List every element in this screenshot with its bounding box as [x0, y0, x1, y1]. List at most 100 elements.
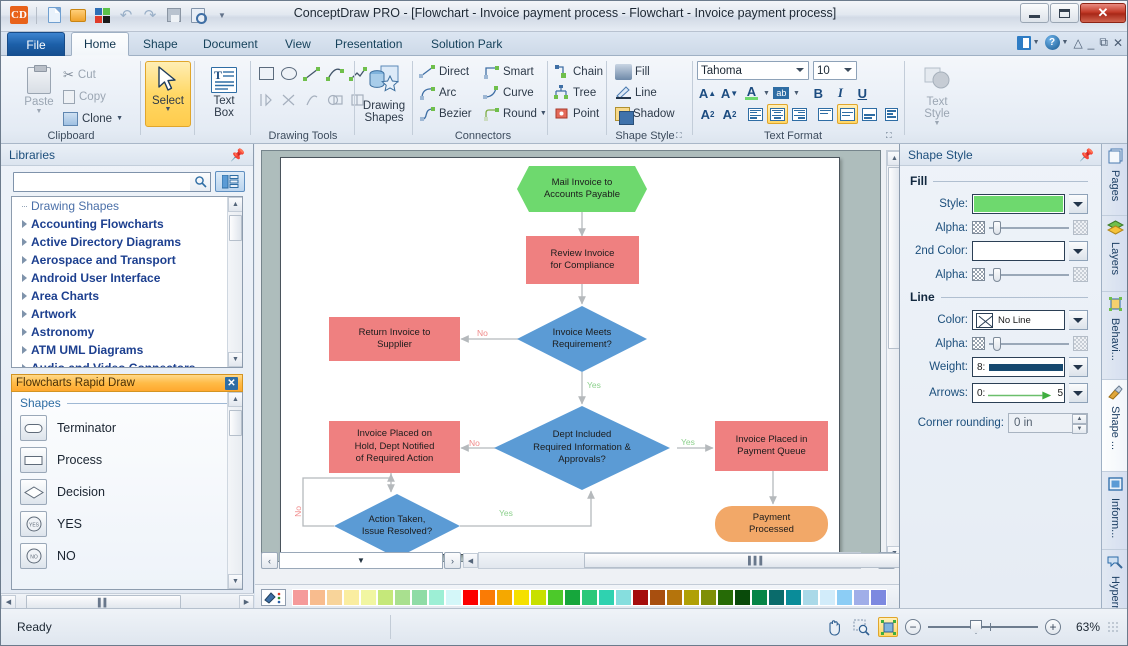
second-alpha-slider[interactable]: [989, 267, 1069, 282]
subscript-button[interactable]: A2: [719, 104, 740, 124]
expand-triangle-icon[interactable]: [22, 238, 27, 246]
hand-pan-icon[interactable]: [824, 617, 844, 637]
connector-point-button[interactable]: Point: [553, 103, 603, 124]
palette-swatch[interactable]: [530, 589, 547, 606]
line-arrows-combo[interactable]: 0: 5: [972, 383, 1065, 403]
library-list[interactable]: Drawing Shapes Accounting Flowcharts Act…: [11, 196, 243, 368]
line-button[interactable]: Line: [615, 82, 675, 103]
page-next-button[interactable]: ›: [444, 552, 461, 569]
library-scrollbar[interactable]: ▲ ▼: [227, 197, 242, 367]
expand-triangle-icon[interactable]: [22, 328, 27, 336]
zoom-in-button[interactable]: +: [1045, 619, 1061, 635]
zoom-region-icon[interactable]: [851, 617, 871, 637]
align-middle-button[interactable]: [837, 104, 858, 124]
node-label-review-invoice[interactable]: Review Invoice for Compliance: [526, 236, 639, 284]
pin-icon[interactable]: 📌: [1079, 148, 1094, 162]
palette-swatch[interactable]: [445, 589, 462, 606]
palette-swatch[interactable]: [479, 589, 496, 606]
close-doc-icon[interactable]: ✕: [1113, 36, 1123, 50]
shape-style-dialog-launcher[interactable]: ⛶: [676, 131, 687, 142]
scroll-down-icon[interactable]: ▼: [228, 352, 242, 367]
line-tool-icon[interactable]: [302, 64, 322, 83]
palette-swatch[interactable]: [564, 589, 581, 606]
fill-style-dropdown-icon[interactable]: [1069, 194, 1088, 214]
line-alpha-slider[interactable]: [989, 336, 1069, 351]
node-label-return-invoice[interactable]: Return Invoice to Supplier: [329, 317, 460, 361]
diagram-page[interactable]: Mail Invoice to Accounts Payable Review …: [280, 157, 840, 555]
connector-bezier-button[interactable]: Bezier: [419, 103, 472, 124]
second-color-dropdown-icon[interactable]: [1069, 241, 1088, 261]
palette-swatch[interactable]: [326, 589, 343, 606]
fit-selection-icon[interactable]: [878, 617, 898, 637]
search-icon[interactable]: [190, 171, 211, 192]
expand-triangle-icon[interactable]: [22, 274, 27, 282]
palette-swatch[interactable]: [649, 589, 666, 606]
shape-item-no[interactable]: NO NO: [12, 540, 242, 572]
tab-presentation[interactable]: Presentation: [323, 32, 414, 56]
library-item-area-charts[interactable]: Area Charts: [12, 287, 242, 305]
curve-tool-icon[interactable]: [325, 64, 345, 83]
side-tab-layers[interactable]: Layers: [1102, 216, 1127, 292]
shape-item-process[interactable]: Process: [12, 444, 242, 476]
align-left-button[interactable]: [745, 104, 766, 124]
superscript-button[interactable]: A2: [697, 104, 718, 124]
italic-button[interactable]: I: [830, 83, 851, 103]
shape-item-terminator[interactable]: Terminator: [12, 412, 242, 444]
connector-arc-button[interactable]: Arc: [419, 82, 472, 103]
canvas-horizontal-scrollbar[interactable]: ◀ ▌▌▌ ▶: [463, 552, 929, 569]
palette-swatch[interactable]: [377, 589, 394, 606]
drawing-shapes-button[interactable]: Drawing Shapes: [359, 62, 409, 124]
shape-item-yes[interactable]: YES YES: [12, 508, 242, 540]
palette-swatch[interactable]: [870, 589, 887, 606]
side-tab-information[interactable]: Inform...: [1102, 472, 1127, 550]
text-box-button[interactable]: T Text Box: [203, 64, 245, 119]
fill-style-combo[interactable]: [972, 194, 1065, 214]
second-color-combo[interactable]: [972, 241, 1065, 261]
palette-swatch[interactable]: [547, 589, 564, 606]
palette-swatch[interactable]: [751, 589, 768, 606]
palette-swatch[interactable]: [462, 589, 479, 606]
line-weight-dropdown-icon[interactable]: [1069, 357, 1088, 377]
scroll-up-icon[interactable]: ▲: [228, 392, 242, 407]
palette-swatch[interactable]: [428, 589, 445, 606]
library-item-astronomy[interactable]: Astronomy: [12, 323, 242, 341]
line-color-combo[interactable]: No Line: [972, 310, 1065, 330]
pin-icon[interactable]: 📌: [230, 148, 245, 162]
line-weight-combo[interactable]: 8:: [972, 357, 1065, 377]
zoom-slider-knob[interactable]: [970, 620, 982, 634]
library-item-artwork[interactable]: Artwork: [12, 305, 242, 323]
palette-swatch[interactable]: [836, 589, 853, 606]
underline-button[interactable]: U: [852, 83, 873, 103]
line-color-dropdown-icon[interactable]: [1069, 310, 1088, 330]
highlight-color-button[interactable]: ab: [771, 83, 792, 103]
minimize-doc-icon[interactable]: _: [1088, 36, 1095, 50]
palette-swatch[interactable]: [581, 589, 598, 606]
library-search-box[interactable]: [13, 171, 191, 192]
palette-swatch[interactable]: [632, 589, 649, 606]
library-item-aerospace-and-transport[interactable]: Aerospace and Transport: [12, 251, 242, 269]
side-tab-shape[interactable]: Shape ...: [1102, 380, 1127, 472]
select-tool-button[interactable]: Select ▼: [145, 61, 191, 127]
library-item-active-directory-diagrams[interactable]: Active Directory Diagrams: [12, 233, 242, 251]
scroll-thumb[interactable]: [229, 410, 242, 436]
tab-solution-park[interactable]: Solution Park: [419, 32, 514, 56]
palette-swatch[interactable]: [615, 589, 632, 606]
cut-button[interactable]: ✂ Cut: [63, 64, 96, 85]
library-item-accounting-flowcharts[interactable]: Accounting Flowcharts: [12, 215, 242, 233]
line-arrows-dropdown-icon[interactable]: [1069, 383, 1088, 403]
scroll-left-icon[interactable]: ◀: [463, 553, 478, 568]
palette-swatch[interactable]: [802, 589, 819, 606]
align-center-button[interactable]: [767, 104, 788, 124]
search-input[interactable]: [17, 174, 187, 189]
connector-smart-button[interactable]: Smart: [483, 61, 547, 82]
collapse-ribbon-icon[interactable]: △: [1073, 36, 1082, 50]
resize-grip[interactable]: [1107, 621, 1119, 633]
tab-shape[interactable]: Shape: [131, 32, 190, 56]
zoom-slider[interactable]: [928, 620, 1038, 634]
connector-direct-button[interactable]: Direct: [419, 61, 472, 82]
palette-swatch[interactable]: [683, 589, 700, 606]
paste-button[interactable]: Paste ▼: [15, 64, 63, 115]
shape-item-decision[interactable]: Decision: [12, 476, 242, 508]
font-name-combo[interactable]: Tahoma: [697, 61, 809, 80]
shapes-scrollbar[interactable]: ▲ ▼: [227, 392, 242, 589]
